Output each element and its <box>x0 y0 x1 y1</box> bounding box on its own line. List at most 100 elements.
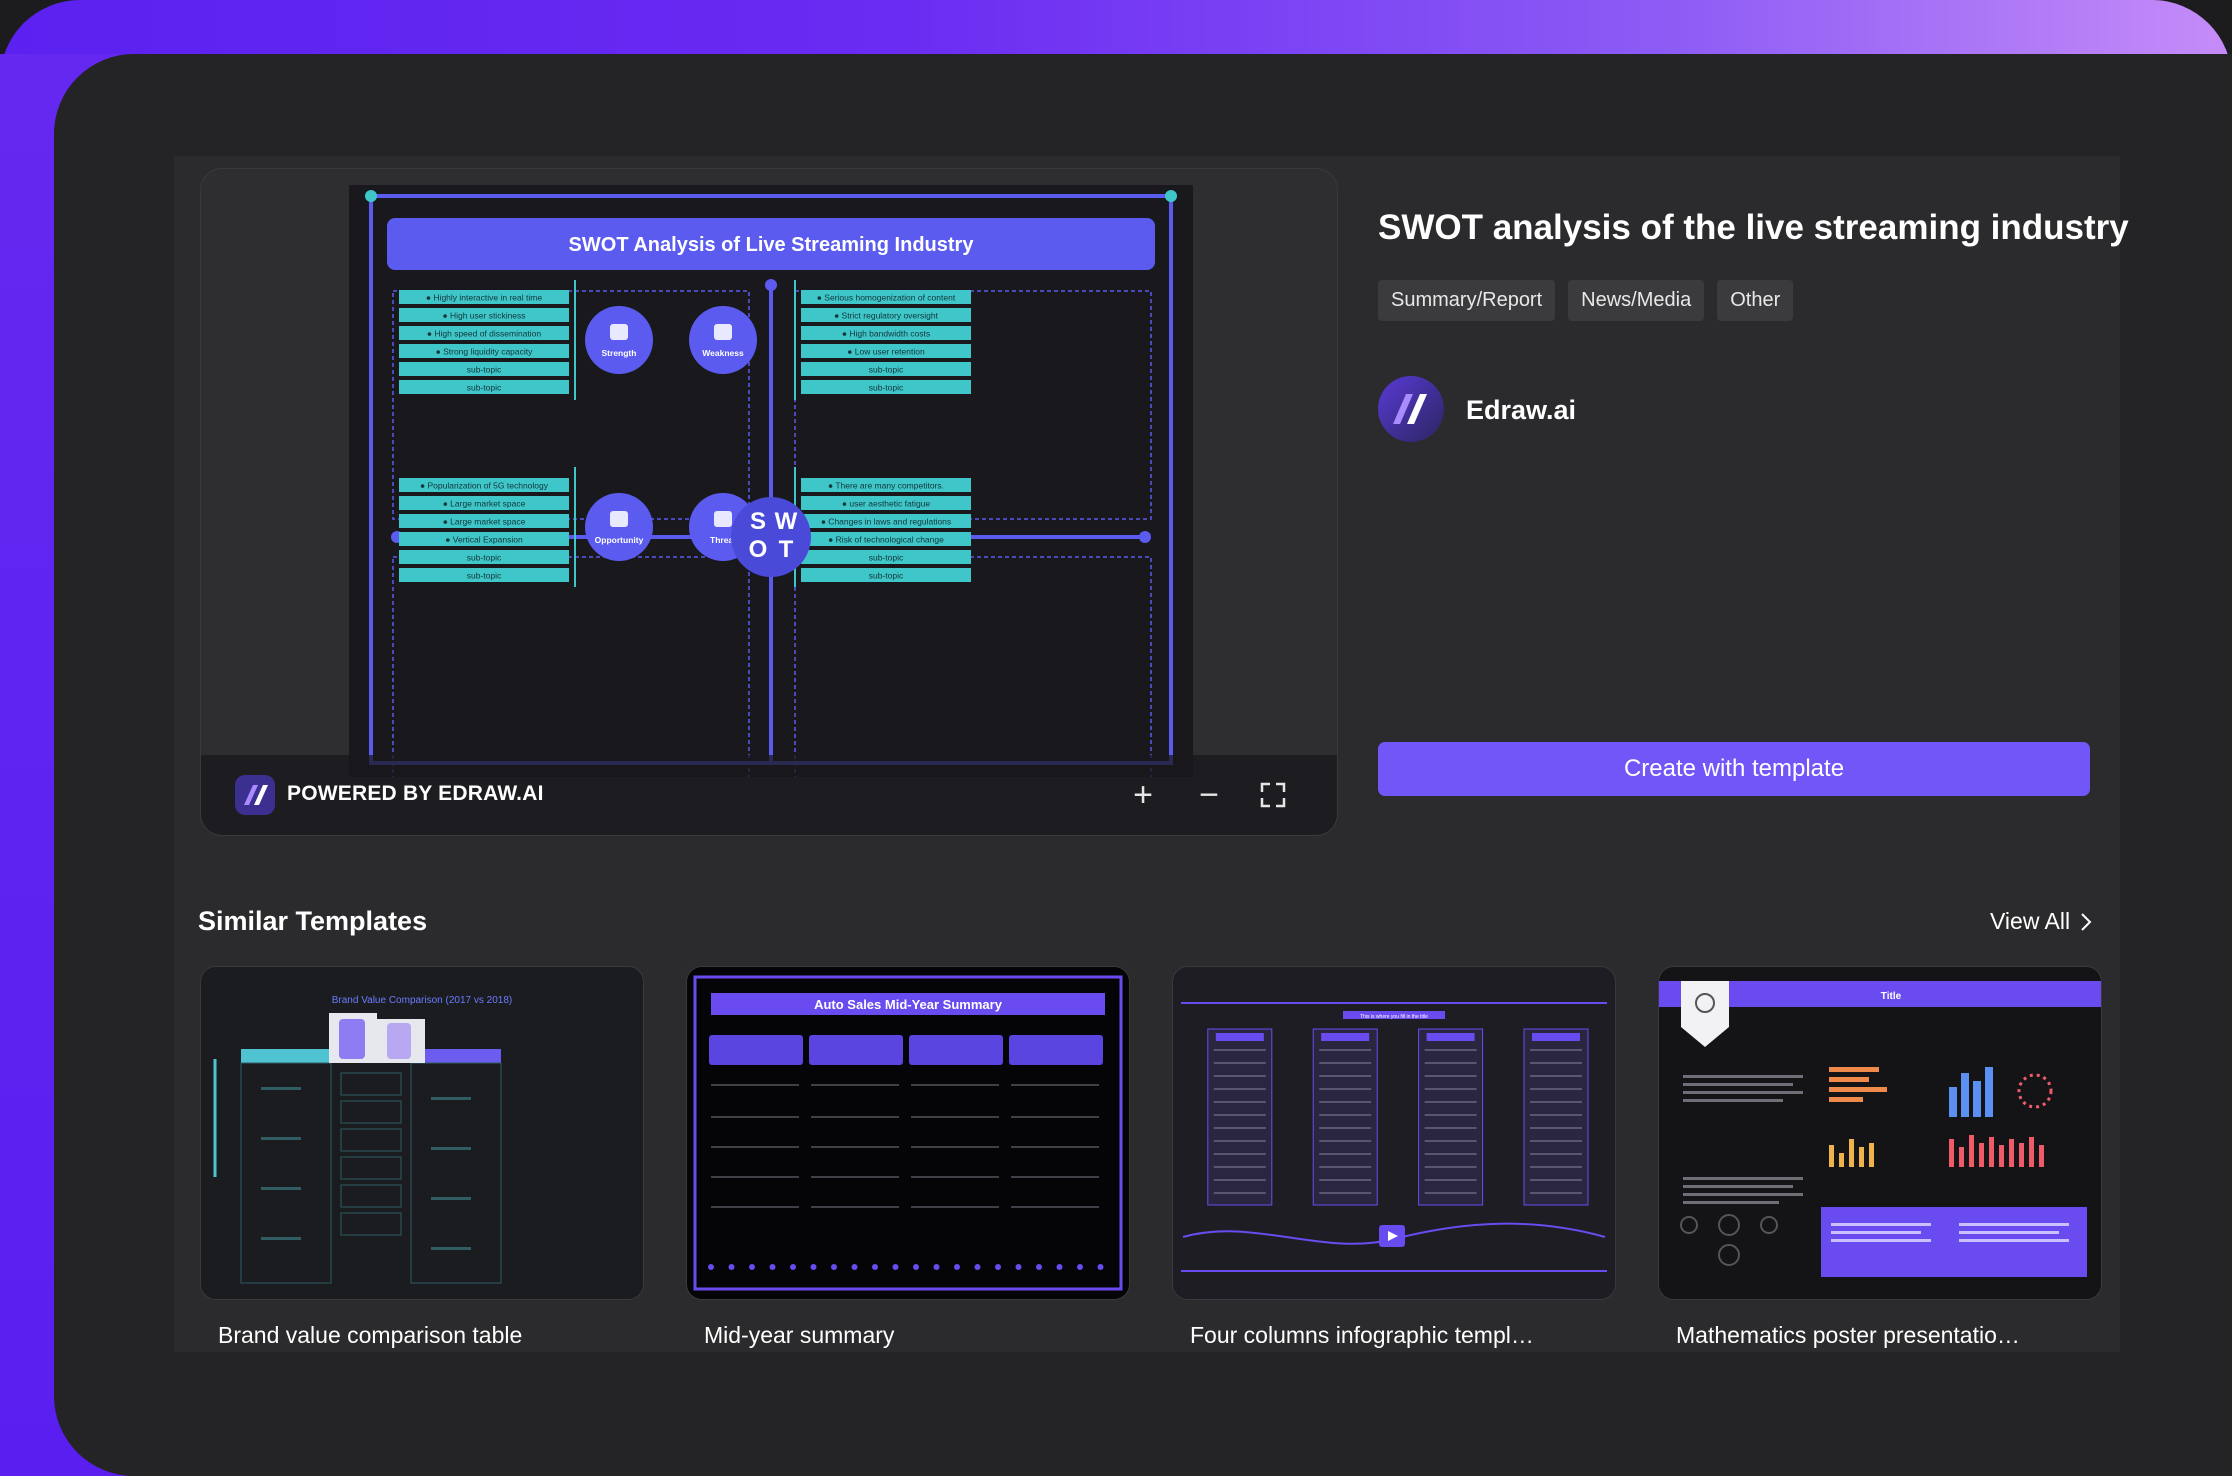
timeline-dot <box>708 1264 714 1270</box>
template-preview[interactable]: SWOT Analysis of Live Streaming Industry… <box>200 168 1338 836</box>
column-line <box>1319 1114 1372 1116</box>
powered-by-text: POWERED BY EDRAW.AI <box>287 782 544 805</box>
timeline-dot <box>728 1264 735 1270</box>
author-avatar[interactable] <box>1378 376 1444 442</box>
column-line <box>1424 1062 1477 1064</box>
opportunity-item-label: ● Vertical Expansion <box>445 535 523 545</box>
timeline-dot <box>1056 1264 1063 1270</box>
threat-item-label: sub-topic <box>869 571 904 581</box>
chevron-right-icon <box>2081 912 2092 931</box>
column-box <box>1312 1028 1378 1206</box>
powered-by-bar: POWERED BY EDRAW.AI + − <box>201 755 1337 835</box>
template-label-four-columns[interactable]: Four columns infographic templ… <box>1190 1322 1610 1349</box>
timeline-dot <box>769 1264 776 1270</box>
tag-summary-report[interactable]: Summary/Report <box>1378 280 1556 321</box>
four-columns-thumbnail: This is where you fill in the title <box>1173 967 1615 1299</box>
column-line <box>1213 1127 1266 1129</box>
diagram-title: SWOT Analysis of Live Streaming Industry <box>569 234 975 256</box>
swot-letter-t: T <box>779 536 794 563</box>
opportunity-item-label: ● Large market space <box>443 517 526 527</box>
strength-label: Strength <box>602 348 637 358</box>
column-box <box>1523 1028 1589 1206</box>
column-line <box>1213 1140 1266 1142</box>
column-line <box>1424 1075 1477 1077</box>
column-line <box>1530 1075 1582 1077</box>
column-line <box>1530 1192 1582 1194</box>
column-line <box>1319 1153 1372 1155</box>
column-line <box>1530 1140 1582 1142</box>
column-line <box>1319 1179 1372 1181</box>
column-line <box>1213 1153 1266 1155</box>
column-line <box>1213 1114 1266 1116</box>
strength-icon <box>610 324 628 340</box>
tag-other[interactable]: Other <box>1717 280 1794 321</box>
create-with-template-button[interactable]: Create with template <box>1378 742 2090 796</box>
similar-templates-heading: Similar Templates <box>198 906 428 936</box>
column-header <box>1321 1033 1370 1041</box>
template-title: SWOT analysis of the live streaming indu… <box>1378 208 2129 247</box>
opportunity-icon <box>610 511 628 527</box>
column-line <box>1424 1049 1477 1051</box>
timeline-dot <box>892 1264 899 1270</box>
strength-item-label: ● Highly interactive in real time <box>426 293 542 303</box>
column-line <box>1319 1075 1372 1077</box>
column-line <box>1319 1101 1372 1103</box>
author-name[interactable]: Edraw.ai <box>1466 395 1576 426</box>
thumb-title-four-columns: This is where you fill in the title <box>1360 1014 1428 1020</box>
column-header <box>1215 1033 1264 1041</box>
column-header <box>1532 1033 1580 1041</box>
template-card-four-columns[interactable]: This is where you fill in the title <box>1172 966 1616 1300</box>
strength-item-label: sub-topic <box>467 383 502 393</box>
timeline-dot <box>1015 1264 1022 1270</box>
opportunity-item-label: ● Large market space <box>443 499 526 509</box>
strength-item-label: ● High speed of dissemination <box>427 329 542 339</box>
column-box <box>1207 1028 1273 1206</box>
fullscreen-icon[interactable] <box>1253 773 1293 817</box>
column-line <box>1319 1192 1372 1194</box>
thumb-title-math: Title <box>1881 991 1902 1002</box>
template-card-mid-year[interactable]: Auto Sales Mid-Year Summary <box>686 966 1130 1300</box>
zoom-in-icon[interactable]: + <box>1123 773 1163 817</box>
column-line <box>1424 1192 1477 1194</box>
mid-year-thumbnail: Auto Sales Mid-Year Summary <box>687 967 1129 1299</box>
tag-news-media[interactable]: News/Media <box>1568 280 1705 321</box>
template-label-mid-year[interactable]: Mid-year summary <box>704 1322 1124 1349</box>
column-line <box>1213 1101 1266 1103</box>
strength-item-label: sub-topic <box>467 365 502 375</box>
timeline-dot <box>1036 1264 1042 1270</box>
template-card-mathematics-poster[interactable]: Title <box>1658 966 2102 1300</box>
strength-item-label: ● High user stickiness <box>442 311 525 321</box>
column-line <box>1424 1166 1477 1168</box>
view-all-label: View All <box>1990 908 2071 934</box>
column-line <box>1530 1062 1582 1064</box>
timeline-dot <box>995 1264 1001 1270</box>
weakness-item-label: sub-topic <box>869 383 904 393</box>
column-line <box>1319 1166 1372 1168</box>
column-line <box>1530 1088 1582 1090</box>
timeline-dot <box>1077 1264 1083 1270</box>
timeline-dot <box>913 1264 919 1270</box>
template-card-brand-value[interactable]: Brand Value Comparison (2017 vs 2018) <box>200 966 644 1300</box>
weakness-item-label: ● Strict regulatory oversight <box>834 311 939 321</box>
opportunity-item-label: ● Popularization of 5G technology <box>420 481 549 491</box>
column-line <box>1530 1153 1582 1155</box>
swot-letter-s: S <box>750 508 766 535</box>
timeline-dot <box>851 1264 858 1270</box>
view-all-link[interactable]: View All <box>1990 908 2092 935</box>
zoom-out-icon[interactable]: − <box>1189 773 1229 817</box>
template-label-brand-value[interactable]: Brand value comparison table <box>218 1322 638 1349</box>
threat-item-label: ● user aesthetic fatigue <box>842 499 931 509</box>
weakness-label: Weakness <box>702 348 744 358</box>
template-label-mathematics-poster[interactable]: Mathematics poster presentatio… <box>1676 1322 2096 1349</box>
swot-diagram-preview: SWOT Analysis of Live Streaming Industry… <box>349 185 1193 777</box>
timeline-dot <box>954 1264 960 1270</box>
timeline-dot <box>831 1264 837 1270</box>
timeline-dot <box>933 1264 940 1270</box>
column-line <box>1319 1049 1372 1051</box>
column-line <box>1213 1088 1266 1090</box>
opportunity-item-label: sub-topic <box>467 553 502 563</box>
column-line <box>1213 1192 1266 1194</box>
column-line <box>1530 1179 1582 1181</box>
threat-item-label: sub-topic <box>869 553 904 563</box>
timeline-dot <box>749 1264 755 1270</box>
